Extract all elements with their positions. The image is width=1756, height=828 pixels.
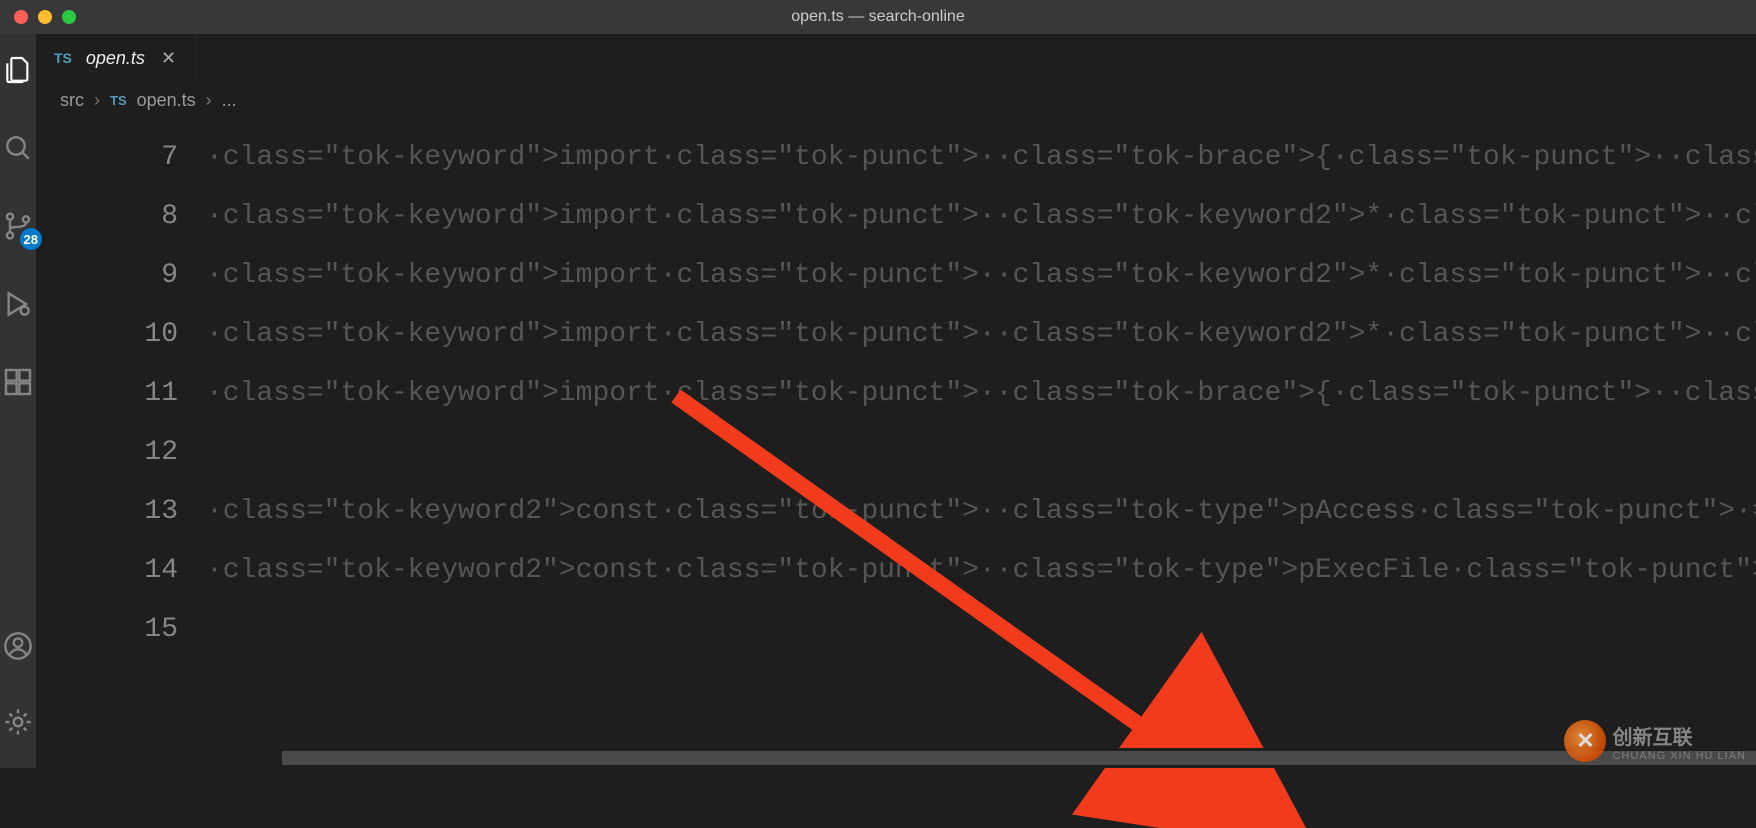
breadcrumb-segment[interactable]: ... bbox=[222, 90, 237, 111]
code-line[interactable]: ·class="tok-keyword">import·class="tok-p… bbox=[206, 364, 1756, 423]
search-icon bbox=[2, 132, 34, 164]
extensions-tab[interactable] bbox=[0, 364, 36, 400]
editor-horizontal-scrollbar[interactable] bbox=[282, 748, 1756, 768]
breadcrumb-segment[interactable]: src bbox=[60, 90, 84, 111]
accounts-button[interactable] bbox=[0, 628, 36, 664]
line-number: 15 bbox=[36, 600, 178, 659]
ts-file-icon: TS bbox=[54, 50, 72, 66]
line-number: 11 bbox=[36, 364, 178, 423]
line-number-gutter: 789101112131415 bbox=[36, 118, 206, 768]
code-line[interactable]: ·class="tok-keyword">import·class="tok-p… bbox=[206, 246, 1756, 305]
main-layout: 28 TS open.ts ✕ bbox=[0, 34, 1756, 768]
titlebar: open.ts — search-online bbox=[0, 0, 1756, 34]
code-line[interactable]: ·class="tok-keyword2">const·class="tok-p… bbox=[206, 541, 1756, 600]
settings-button[interactable] bbox=[0, 704, 36, 740]
run-debug-tab[interactable] bbox=[0, 286, 36, 322]
breadcrumb-segment[interactable]: open.ts bbox=[137, 90, 196, 111]
code-content[interactable]: ·class="tok-keyword">import·class="tok-p… bbox=[206, 118, 1756, 768]
line-number: 13 bbox=[36, 482, 178, 541]
play-bug-icon bbox=[2, 288, 34, 320]
scrollbar-thumb[interactable] bbox=[282, 751, 1756, 765]
tab-label: open.ts bbox=[86, 48, 145, 69]
account-icon bbox=[2, 630, 34, 662]
editor-group: TS open.ts ✕ ··· src › TS open.ts › .. bbox=[36, 34, 1756, 768]
activity-bar: 28 bbox=[0, 34, 36, 768]
chevron-right-icon: › bbox=[94, 90, 100, 111]
maximize-window-button[interactable] bbox=[62, 10, 76, 24]
window-title: open.ts — search-online bbox=[791, 8, 964, 26]
tab-open-ts[interactable]: TS open.ts ✕ bbox=[36, 34, 197, 82]
line-number: 7 bbox=[36, 128, 178, 187]
tab-bar: TS open.ts ✕ ··· bbox=[36, 34, 1756, 82]
code-line[interactable]: ·class="tok-keyword">import·class="tok-p… bbox=[206, 305, 1756, 364]
search-tab[interactable] bbox=[0, 130, 36, 166]
watermark-logo-icon: ✕ bbox=[1564, 720, 1606, 762]
explorer-tab[interactable] bbox=[0, 52, 36, 88]
extensions-icon bbox=[2, 366, 34, 398]
close-tab-button[interactable]: ✕ bbox=[159, 48, 178, 69]
breadcrumbs[interactable]: src › TS open.ts › ... bbox=[36, 82, 1756, 118]
code-line[interactable]: ·class="tok-keyword">import·class="tok-p… bbox=[206, 128, 1756, 187]
line-number: 14 bbox=[36, 541, 178, 600]
code-line[interactable]: ·class="tok-keyword2">const·class="tok-p… bbox=[206, 482, 1756, 541]
code-line[interactable] bbox=[206, 423, 1756, 482]
watermark-text: 创新互联 bbox=[1612, 727, 1692, 749]
files-icon bbox=[2, 54, 34, 86]
source-control-tab[interactable]: 28 bbox=[0, 208, 36, 244]
editor-body[interactable]: 789101112131415 ·class="tok-keyword">imp… bbox=[36, 118, 1756, 768]
watermark-subtext: CHUANG XIN HU LIAN bbox=[1612, 750, 1746, 762]
code-line[interactable] bbox=[206, 600, 1756, 659]
close-window-button[interactable] bbox=[14, 10, 28, 24]
watermark: ✕ 创新互联 CHUANG XIN HU LIAN bbox=[1564, 720, 1746, 762]
tab-spacer bbox=[197, 34, 1756, 82]
line-number: 10 bbox=[36, 305, 178, 364]
window-controls bbox=[14, 10, 76, 24]
line-number: 8 bbox=[36, 187, 178, 246]
gear-icon bbox=[2, 706, 34, 738]
chevron-right-icon: › bbox=[206, 90, 212, 111]
minimize-window-button[interactable] bbox=[38, 10, 52, 24]
code-line[interactable]: ·class="tok-keyword">import·class="tok-p… bbox=[206, 187, 1756, 246]
ts-file-icon: TS bbox=[110, 93, 127, 108]
line-number: 9 bbox=[36, 246, 178, 305]
line-number: 12 bbox=[36, 423, 178, 482]
